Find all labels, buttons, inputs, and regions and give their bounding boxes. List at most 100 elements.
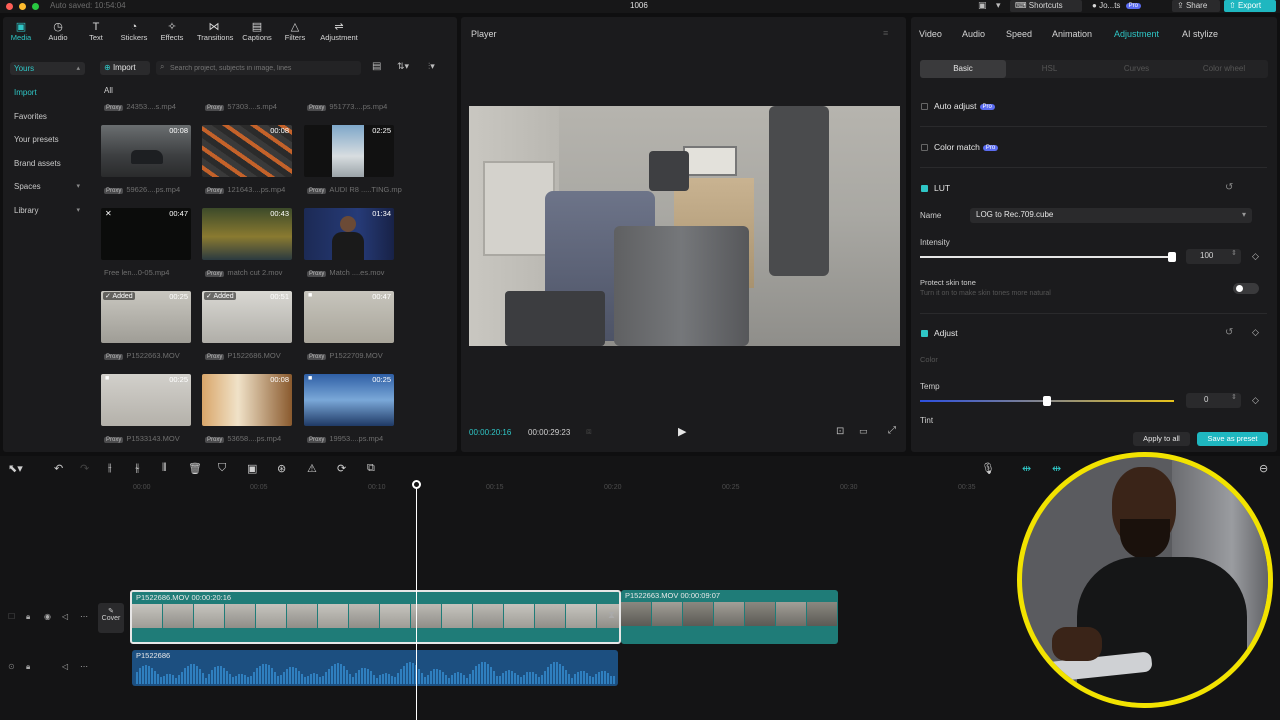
split-left-icon[interactable]: ⫳ (135, 462, 140, 475)
video-clip-1[interactable]: P1522686.MOV 00:00:20:16 (130, 590, 621, 644)
sidebar-item-spaces[interactable]: Spaces ▾ (10, 180, 85, 193)
select-tool-icon[interactable]: ⬉▾ (8, 462, 23, 475)
media-thumbnail[interactable]: 01:34 (304, 208, 394, 260)
tool-captions[interactable]: ▤ Captions (240, 21, 274, 42)
media-thumbnail[interactable]: 00:08 (101, 125, 191, 177)
playhead-handle[interactable] (412, 480, 421, 489)
subtab-hsl[interactable]: HSL (1006, 60, 1093, 78)
tab-adjustment[interactable]: Adjustment (1114, 29, 1159, 39)
media-thumbnail[interactable]: ■ 00:25 (101, 374, 191, 426)
media-thumbnail[interactable]: ✕ 00:47 (101, 208, 191, 260)
sidebar-item-library[interactable]: Library ▾ (10, 204, 85, 217)
share-button[interactable]: ⇪ Share (1172, 0, 1220, 12)
search-input[interactable] (156, 61, 361, 75)
more-icon[interactable]: ⋯ (80, 612, 88, 621)
sidebar-item-brand-assets[interactable]: Brand assets (10, 157, 85, 170)
media-thumbnail[interactable]: 00:08 (202, 125, 292, 177)
temp-input[interactable]: 0 ⇕ (1186, 393, 1241, 408)
reset-icon[interactable]: ↺ (1225, 327, 1233, 338)
tool-audio[interactable]: ◷ Audio (41, 21, 75, 42)
mute-icon[interactable]: ◁ (62, 662, 68, 671)
crop-icon[interactable]: ⧉ (367, 462, 375, 475)
undo-icon[interactable]: ↶ (54, 462, 63, 475)
stepper-icon[interactable]: ⇕ (1231, 249, 1237, 257)
filter-all[interactable]: All (104, 86, 113, 95)
adjust-checkbox[interactable] (921, 330, 928, 337)
sidebar-item-favorites[interactable]: Favorites (10, 110, 85, 123)
tool-transitions[interactable]: ⋈ Transitions (197, 21, 233, 42)
cover-button[interactable]: ✎ Cover (98, 603, 124, 633)
play-icon[interactable]: ▶ (678, 425, 686, 438)
tool-stickers[interactable]: ◔ Stickers (117, 21, 151, 42)
transition-icon[interactable]: ⧗ (608, 610, 615, 621)
tab-speed[interactable]: Speed (1006, 29, 1032, 39)
lock-icon[interactable]: 🔒︎ (26, 612, 30, 622)
media-thumbnail[interactable]: 02:25 (304, 125, 394, 177)
subtab-color-wheel[interactable]: Color wheel (1180, 60, 1268, 78)
tool-text[interactable]: T Text (79, 21, 113, 42)
shortcuts-button[interactable]: ⌨ Shortcuts (1010, 0, 1082, 12)
rotate-icon[interactable]: ⟳ (337, 462, 346, 475)
lock-icon[interactable]: 🔒︎ (26, 662, 30, 672)
ratio-icon[interactable]: ▭ (859, 426, 868, 437)
intensity-input[interactable]: 100 ⇕ (1186, 249, 1241, 264)
media-thumbnail[interactable]: 00:08 (202, 374, 292, 426)
sidebar-item-your-presets[interactable]: Your presets (10, 133, 85, 146)
tool-filters[interactable]: △ Filters (278, 21, 312, 42)
tool-adjustment[interactable]: ⇌ Adjustment (319, 21, 359, 42)
eye-icon[interactable]: ◉ (44, 612, 51, 621)
media-thumbnail[interactable]: 00:43 (202, 208, 292, 260)
apply-to-all-button[interactable]: Apply to all (1133, 432, 1190, 446)
media-thumbnail[interactable]: ✓ Added 00:51 (202, 291, 292, 343)
import-button[interactable]: ⊕ Import (100, 61, 150, 75)
timecode-toggle-icon[interactable]: ⧈ (586, 426, 592, 437)
sidebar-item-import[interactable]: Import (10, 86, 85, 99)
subtab-basic[interactable]: Basic (920, 60, 1006, 78)
more-icon[interactable]: ⋯ (80, 662, 88, 671)
view-grid-icon[interactable]: ▤ (372, 61, 381, 72)
chevron-down-icon[interactable]: ▾ (996, 0, 1001, 11)
intensity-slider-handle[interactable] (1168, 252, 1176, 262)
playhead[interactable] (416, 484, 417, 720)
tab-ai-stylize[interactable]: AI stylize (1182, 29, 1218, 39)
link-icon[interactable]: ⇹ (1022, 462, 1031, 475)
audio-clip[interactable]: P1522686 (132, 650, 618, 686)
reset-icon[interactable]: ↺ (1225, 182, 1233, 193)
marker-icon[interactable]: ⛉ (218, 462, 226, 475)
split-icon[interactable]: ⫲ (108, 462, 112, 475)
keyframe-icon[interactable]: ◇ (1252, 251, 1259, 262)
stepper-icon[interactable]: ⇕ (1231, 393, 1237, 401)
tab-audio[interactable]: Audio (962, 29, 985, 39)
media-thumbnail[interactable]: ■ 00:25 (304, 374, 394, 426)
audio-track-icon[interactable]: ⊙ (8, 662, 15, 671)
sort-icon[interactable]: ⇅▾ (397, 61, 409, 72)
media-thumbnail[interactable]: ✓ Added 00:25 (101, 291, 191, 343)
intensity-slider-track[interactable] (920, 256, 1172, 258)
color-match-checkbox[interactable] (921, 144, 928, 151)
media-thumbnail[interactable]: ■ 00:47 (304, 291, 394, 343)
close-window-icon[interactable] (6, 3, 13, 10)
tab-video[interactable]: Video (919, 29, 942, 39)
keyframe-icon[interactable]: ◇ (1252, 327, 1259, 338)
reverse-icon[interactable]: ⊛ (277, 462, 286, 475)
snapshot-icon[interactable]: ⊡ (836, 426, 844, 437)
fullscreen-icon[interactable]: ⤢ (888, 425, 896, 436)
sidebar-item-yours[interactable]: Yours ▴ (10, 62, 85, 75)
export-button[interactable]: ⇧ Export (1224, 0, 1276, 12)
tool-media[interactable]: ▣ Media (4, 21, 38, 42)
menu-icon[interactable]: ≡ (883, 28, 888, 38)
layout-icon[interactable]: ▣ (978, 0, 987, 11)
mute-icon[interactable]: ◁ (62, 612, 68, 621)
save-as-preset-button[interactable]: Save as preset (1197, 432, 1268, 446)
microphone-icon[interactable]: 🎙︎ (981, 462, 995, 475)
temp-slider-handle[interactable] (1043, 396, 1051, 406)
filter-icon[interactable]: ⫶▾ (428, 61, 435, 72)
auto-adjust-checkbox[interactable] (921, 103, 928, 110)
split-right-icon[interactable]: ⫴ (162, 462, 167, 475)
snap-icon[interactable]: ⇹ (1052, 462, 1061, 475)
user-button[interactable]: ● Jo...ts Pro (1087, 0, 1165, 12)
delete-icon[interactable]: 🗑︎ (188, 462, 202, 475)
video-preview[interactable] (469, 106, 900, 346)
tool-effects[interactable]: ✧ Effects (155, 21, 189, 42)
maximize-window-icon[interactable] (32, 3, 39, 10)
